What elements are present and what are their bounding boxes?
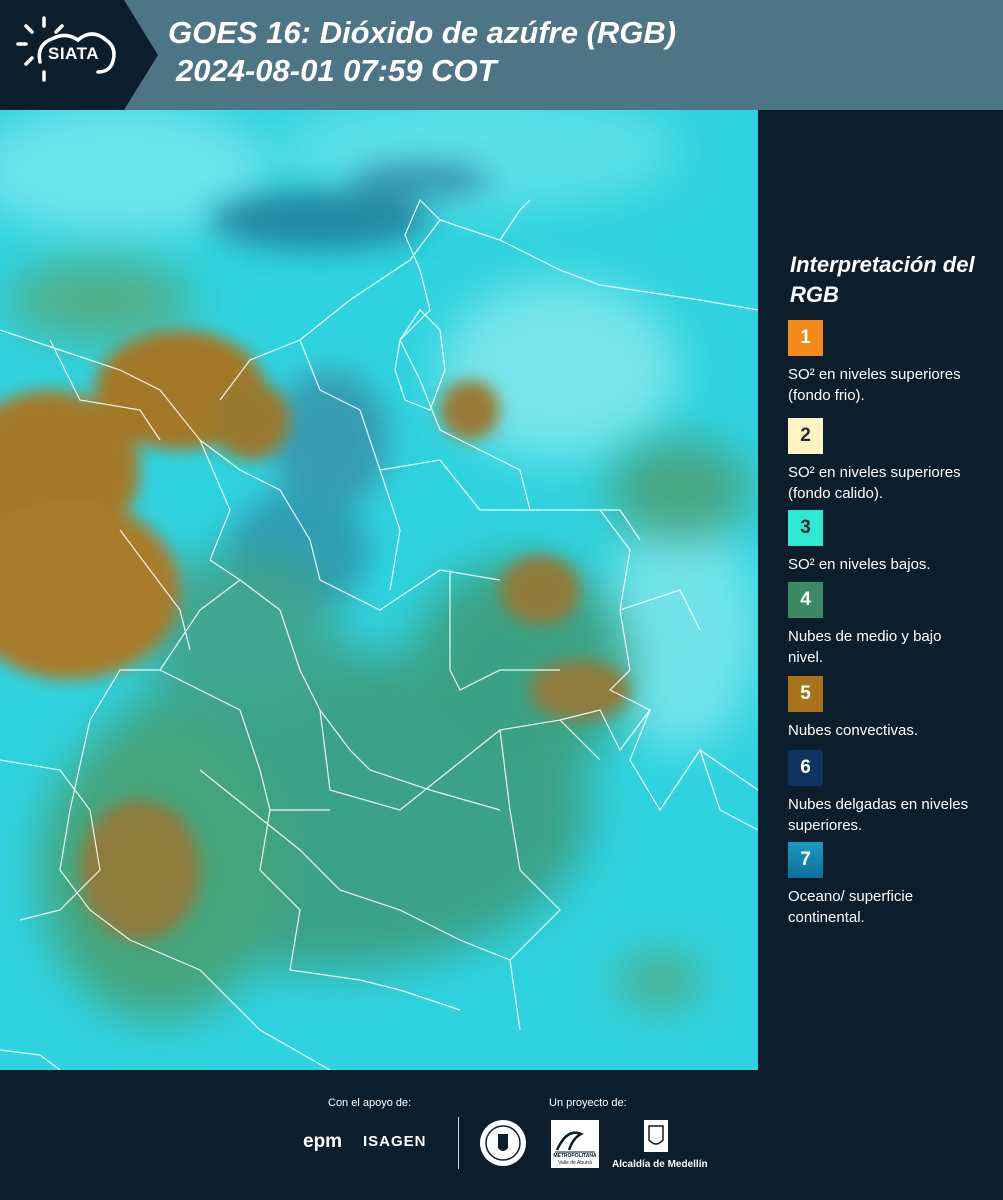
header-bar: SIATA GOES 16: Dióxido de azúfre (RGB) 20…: [0, 0, 1003, 110]
legend-item-1: 1 SO² en niveles superiores (fondo frio)…: [788, 320, 973, 406]
legend-item-3: 3 SO² en niveles bajos.: [788, 510, 973, 575]
area-logo-text: METROPOLITANA: [553, 1153, 597, 1159]
legend-label-3: SO² en niveles bajos.: [788, 556, 931, 573]
footer-divider: [458, 1117, 459, 1169]
medellin-seal-icon: [480, 1120, 526, 1166]
legend-item-2: 2 SO² en niveles superiores (fondo calid…: [788, 418, 973, 504]
isagen-logo: ISAGEN: [363, 1133, 427, 1150]
alcaldia-shield-icon: [644, 1120, 668, 1152]
legend-panel: Interpretación del RGB 1 SO² en niveles …: [758, 110, 1003, 1070]
legend-swatch-3: 3: [788, 510, 823, 546]
area-logo-subtext: Valle de Aburrá: [558, 1160, 592, 1166]
legend-swatch-4: 4: [788, 582, 823, 618]
legend-item-7: 7 Oceano/ superficie continental.: [788, 842, 973, 928]
support-label: Con el apoyo de:: [328, 1097, 412, 1109]
legend-swatch-1: 1: [788, 320, 823, 356]
legend-label-2: SO² en niveles superiores (fondo calido)…: [788, 464, 961, 502]
legend-label-5: Nubes convectivas.: [788, 722, 919, 739]
title-product: GOES 16: Dióxido de azúfre (RGB): [168, 15, 677, 50]
legend-label-4: Nubes de medio y bajo nivel.: [788, 628, 942, 666]
rgb-composite-map: [0, 110, 758, 1070]
legend-item-6: 6 Nubes delgadas en niveles superiores.: [788, 750, 973, 836]
area-metropolitana-logo: METROPOLITANA Valle de Aburrá: [551, 1120, 599, 1168]
legend-title: Interpretación del RGB: [790, 252, 975, 307]
legend-item-4: 4 Nubes de medio y bajo nivel.: [788, 582, 973, 668]
legend-label-7: Oceano/ superficie continental.: [788, 888, 914, 926]
legend-swatch-5: 5: [788, 676, 823, 712]
page-title: GOES 16: Dióxido de azúfre (RGB) 2024-08-…: [168, 14, 676, 90]
legend-swatch-2: 2: [788, 418, 823, 454]
alcaldia-label: Alcaldía de Medellín: [612, 1159, 708, 1170]
title-timestamp: 2024-08-01 07:59 COT: [176, 53, 497, 88]
legend-swatch-7: 7: [788, 842, 823, 878]
siata-logo-text: SIATA: [48, 44, 99, 63]
legend-item-5: 5 Nubes convectivas.: [788, 676, 973, 741]
epm-logo: epm: [303, 1131, 343, 1152]
satellite-image: [0, 110, 758, 1070]
legend-label-6: Nubes delgadas en niveles superiores.: [788, 796, 969, 834]
siata-logo: SIATA: [0, 0, 158, 110]
project-label: Un proyecto de:: [549, 1097, 627, 1109]
legend-swatch-6: 6: [788, 750, 823, 786]
legend-label-1: SO² en niveles superiores (fondo frio).: [788, 366, 961, 404]
